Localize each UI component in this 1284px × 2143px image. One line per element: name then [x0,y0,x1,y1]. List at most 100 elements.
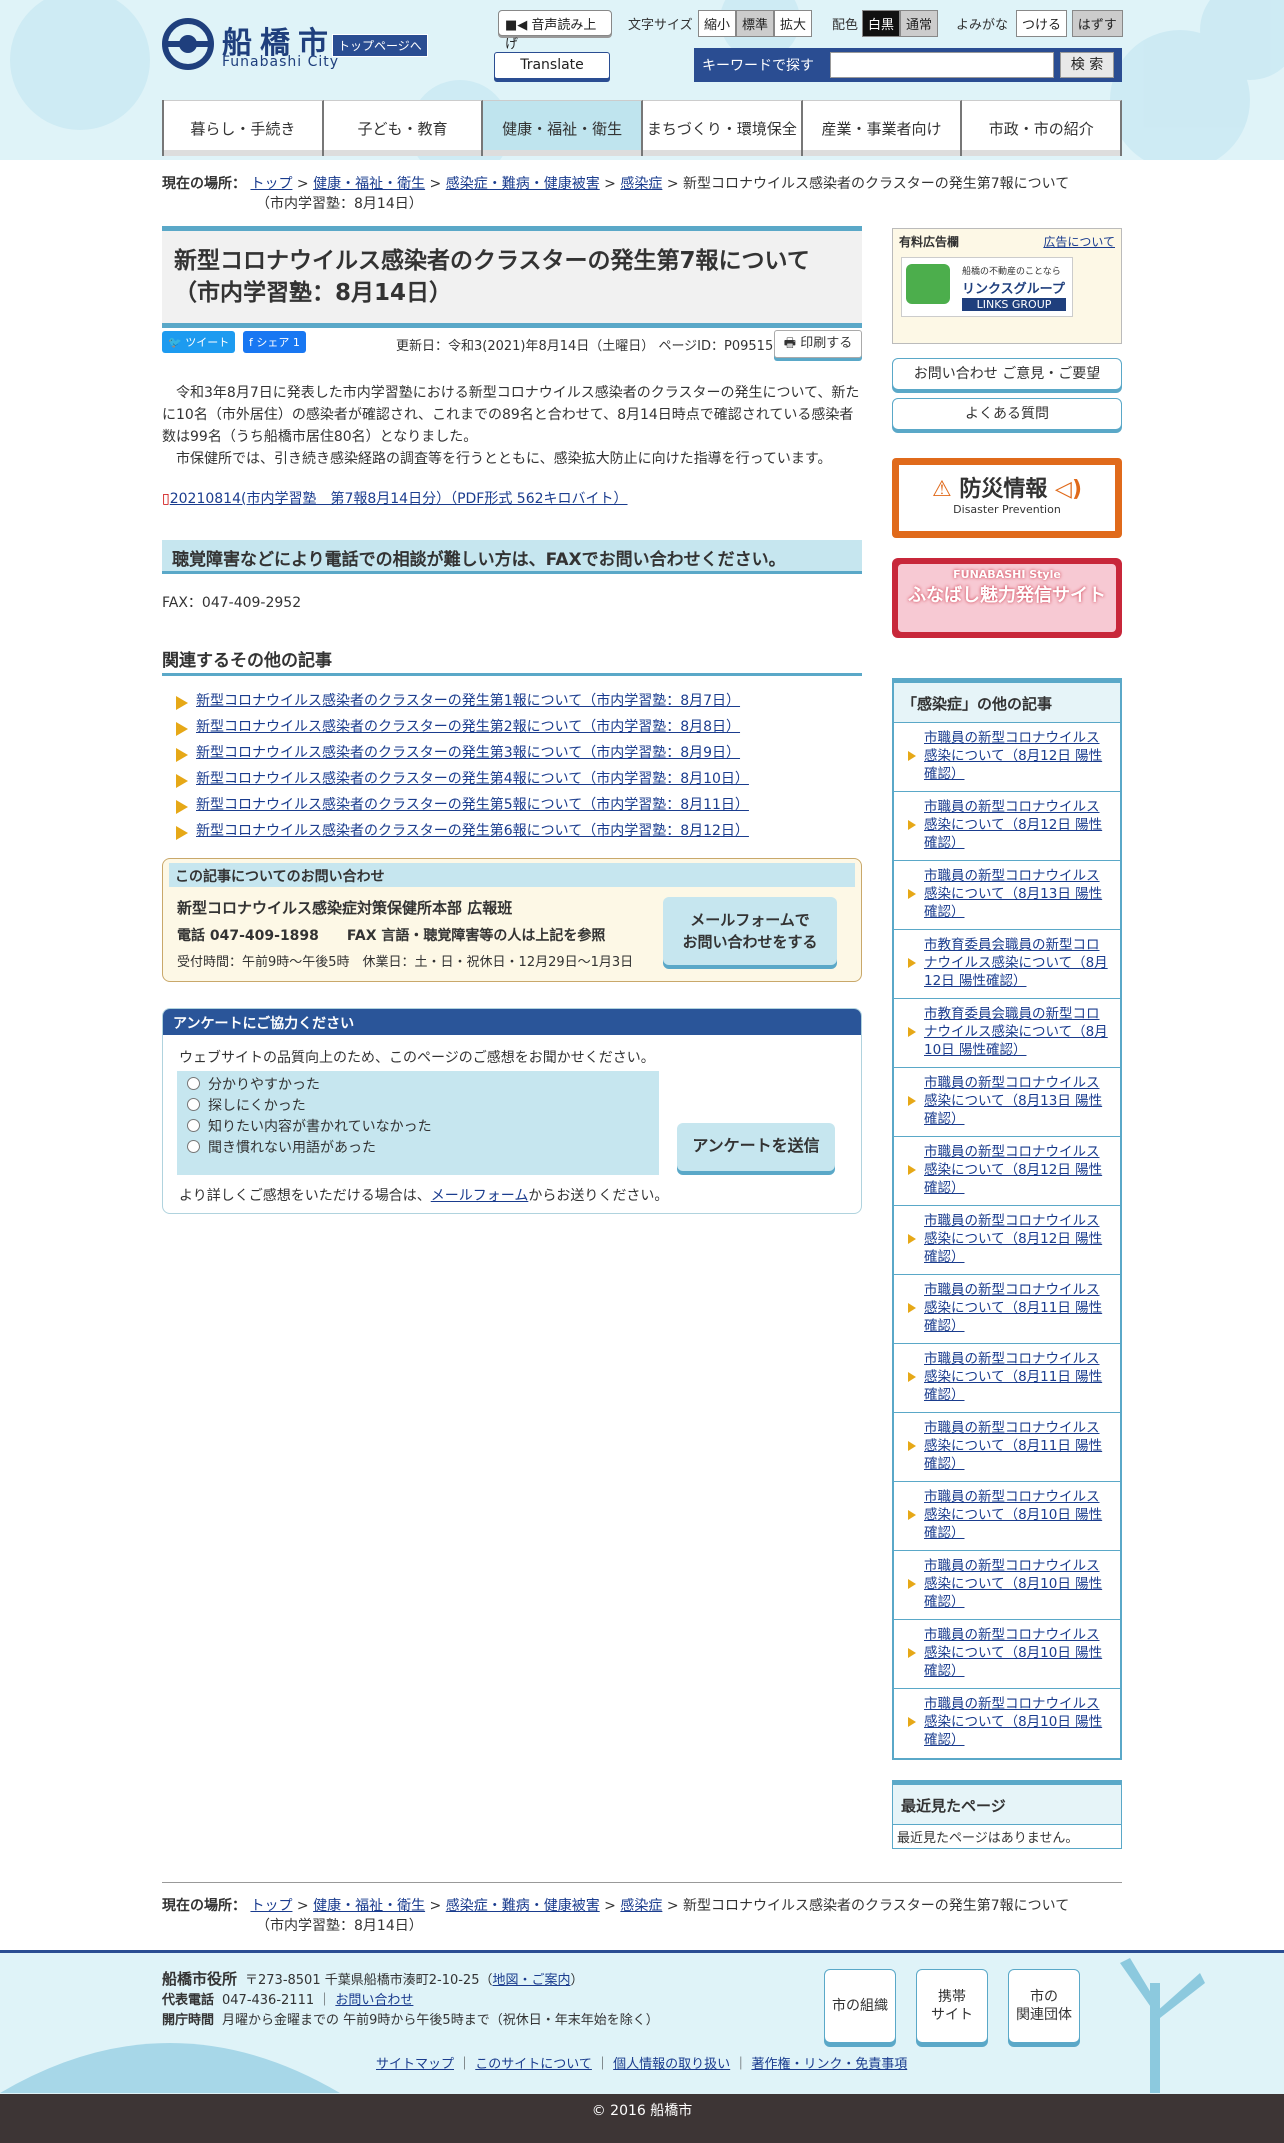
mail-form-button[interactable]: メールフォームで お問い合わせをする [663,897,837,965]
search-button[interactable]: 検 索 [1060,52,1114,78]
list-item[interactable]: 新型コロナウイルス感染者のクラスターの発生第4報について（市内学習塾：8月10日… [176,768,749,794]
translate-button[interactable]: Translate [494,52,610,79]
footer-contact-link[interactable]: お問い合わせ [335,1993,413,2008]
font-larger-button[interactable]: 拡大 [774,10,813,37]
ad-about-link[interactable]: 広告について [1043,233,1115,250]
bc-disease[interactable]: 感染症・難病・健康被害 [446,1898,600,1914]
ruby-on-button[interactable]: つける [1016,10,1068,37]
contact-opinion-button[interactable]: お問い合わせ ご意見・ご要望 [892,358,1122,390]
survey-heading: アンケートにご協力ください [163,1009,861,1035]
mobile-site-button[interactable]: 携帯 サイト [916,1969,988,2043]
recent-heading: 最近見たページ [893,1785,1121,1825]
nav-children[interactable]: 子ども・教育 [323,100,484,156]
nav-health[interactable]: 健康・福祉・衛生 [483,100,644,156]
sitemap-link[interactable]: サイトマップ [376,2057,454,2072]
nav-town[interactable]: まちづくり・環境保全 [643,100,803,156]
related-heading: 関連するその他の記事 [162,646,862,676]
tweet-button[interactable]: 🐦 ツイート [162,331,236,353]
list-item[interactable]: 新型コロナウイルス感染者のクラスターの発生第5報について（市内学習塾：8月11日… [176,794,749,820]
font-smaller-button[interactable]: 縮小 [698,10,737,37]
about-link[interactable]: このサイトについて [475,2057,592,2072]
footer-links: サイトマップ ｜ このサイトについて ｜ 個人情報の取り扱い ｜ 著作権・リンク… [376,2057,908,2072]
other-articles: 「感染症」の他の記事 市職員の新型コロナウイルス感染について（8月12日 陽性確… [892,678,1122,1760]
font-size-group: 縮小 標準 拡大 [698,10,813,37]
survey-radio[interactable]: 聞き慣れない用語があった [187,1138,649,1159]
survey-submit-button[interactable]: アンケートを送信 [677,1123,835,1171]
list-item[interactable]: 新型コロナウイルス感染者のクラスターの発生第2報について（市内学習塾：8月8日） [176,716,749,742]
nav-living[interactable]: 暮らし・手続き [164,100,324,156]
contact-tel: 電話 047-409-1898 FAX 言語・聴覚障害等の人は上記を参照 [177,928,606,944]
list-item[interactable]: 市職員の新型コロナウイルス感染について（8月11日 陽性確認） [894,1344,1120,1413]
list-item[interactable]: 市職員の新型コロナウイルス感染について（8月10日 陽性確認） [894,1482,1120,1551]
facebook-share-button[interactable]: f シェア 1 [243,331,306,353]
related-orgs-button[interactable]: 市の 関連団体 [1008,1969,1080,2043]
ruby-off-button[interactable]: はずす [1071,10,1123,37]
printer-icon: 🖶 [783,336,797,351]
color-normal-button[interactable]: 通常 [900,10,939,37]
page-title: 新型コロナウイルス感染者のクラスターの発生第7報について （市内学習塾：8月14日… [162,226,862,328]
faq-button[interactable]: よくある質問 [892,398,1122,430]
ad-banner[interactable]: 船橋の不動産のことなら リンクスグループ LINKS GROUP [901,257,1073,317]
article-body: 令和3年8月7日に発表した市内学習塾における新型コロナウイルス感染者のクラスター… [162,385,860,467]
recent-empty: 最近見たページはありません。 [897,1831,1079,1846]
disaster-banner[interactable]: ⚠ 防災情報 ◁) Disaster Prevention [892,458,1122,538]
search-input[interactable] [830,52,1054,78]
pdf-icon: ▯ [162,491,170,507]
bc-infection[interactable]: 感染症 [620,1898,662,1914]
list-item[interactable]: 市教育委員会職員の新型コロナウイルス感染について（8月12日 陽性確認） [894,930,1120,999]
font-standard-button[interactable]: 標準 [736,10,775,37]
list-item[interactable]: 新型コロナウイルス感染者のクラスターの発生第1報について（市内学習塾：8月7日） [176,690,749,716]
bc-health[interactable]: 健康・福祉・衛生 [313,1898,425,1914]
bc-top[interactable]: トップ [250,176,292,192]
bc-disease[interactable]: 感染症・難病・健康被害 [446,176,600,192]
mail-form-link[interactable]: メールフォーム [431,1188,529,1204]
nav-business[interactable]: 産業・事業者向け [802,100,963,156]
bc-top[interactable]: トップ [250,1898,292,1914]
contact-hours: 受付時間：午前9時～午後5時 休業日：土・日・祝休日・12月29日～1月3日 [177,955,634,970]
print-button[interactable]: 🖶 印刷する [774,330,862,358]
bc-infection[interactable]: 感染症 [620,176,662,192]
map-link[interactable]: 地図・ご案内 [492,1973,570,1988]
list-item[interactable]: 市教育委員会職員の新型コロナウイルス感染について（8月10日 陽性確認） [894,999,1120,1068]
list-item[interactable]: 市職員の新型コロナウイルス感染について（8月12日 陽性確認） [894,792,1120,861]
list-item[interactable]: 市職員の新型コロナウイルス感染について（8月13日 陽性確認） [894,1068,1120,1137]
pdf-link[interactable]: ▯20210814(市内学習塾 第7報8月14日分）（PDF形式 562キロバイ… [162,488,628,508]
survey-box: アンケートにご協力ください ウェブサイトの品質向上のため、このページのご感想をお… [162,1008,862,1214]
list-item[interactable]: 市職員の新型コロナウイルス感染について（8月11日 陽性確認） [894,1413,1120,1482]
list-item[interactable]: 新型コロナウイルス感染者のクラスターの発生第6報について（市内学習塾：8月12日… [176,820,749,846]
privacy-link[interactable]: 個人情報の取り扱い [613,2057,730,2072]
copyright-link[interactable]: 著作権・リンク・免責事項 [751,2057,907,2072]
survey-intro: ウェブサイトの品質向上のため、このページのご感想をお聞かせください。 [179,1050,655,1066]
facebook-icon: f [249,336,253,349]
fax-number: FAX：047-409-2952 [162,595,302,611]
bc-health[interactable]: 健康・福祉・衛生 [313,176,425,192]
org-button[interactable]: 市の組織 [824,1969,896,2043]
search-bar: キーワードで探す 検 索 [694,48,1122,82]
list-item[interactable]: 市職員の新型コロナウイルス感染について（8月12日 陽性確認） [894,723,1120,792]
survey-radio[interactable]: 分かりやすかった [187,1075,649,1096]
list-item[interactable]: 新型コロナウイルス感染者のクラスターの発生第3報について（市内学習塾：8月9日） [176,742,749,768]
warning-icon: ⚠ [931,477,952,502]
top-page-link[interactable]: トップページへ [332,34,428,57]
voice-read-button[interactable]: ■◀ 音声読み上げ [498,10,612,52]
list-item[interactable]: 市職員の新型コロナウイルス感染について（8月10日 陽性確認） [894,1620,1120,1689]
global-nav: 暮らし・手続き 子ども・教育 健康・福祉・衛生 まちづくり・環境保全 産業・事業… [162,100,1123,156]
nav-city[interactable]: 市政・市の紹介 [962,100,1123,156]
city-emblem-icon [162,18,214,70]
list-item[interactable]: 市職員の新型コロナウイルス感染について（8月12日 陽性確認） [894,1206,1120,1275]
search-label: キーワードで探す [702,58,814,74]
ad-box: 有料広告欄 広告について 船橋の不動産のことなら リンクスグループ LINKS … [892,228,1122,344]
related-list: 新型コロナウイルス感染者のクラスターの発生第1報について（市内学習塾：8月7日）… [176,690,749,846]
list-item[interactable]: 市職員の新型コロナウイルス感染について（8月11日 陽性確認） [894,1275,1120,1344]
ad-title: 有料広告欄 [899,235,960,249]
recent-pages: 最近見たページ 最近見たページはありません。 [892,1780,1122,1849]
list-item[interactable]: 市職員の新型コロナウイルス感染について（8月13日 陽性確認） [894,861,1120,930]
funabashi-style-banner[interactable]: FUNABASHI Style ふなばし魅力発信サイト [892,558,1122,638]
list-item[interactable]: 市職員の新型コロナウイルス感染について（8月10日 陽性確認） [894,1551,1120,1620]
survey-radio[interactable]: 知りたい内容が書かれていなかった [187,1117,649,1138]
list-item[interactable]: 市職員の新型コロナウイルス感染について（8月10日 陽性確認） [894,1689,1120,1758]
color-mono-button[interactable]: 白黒 [862,10,901,37]
list-item[interactable]: 市職員の新型コロナウイルス感染について（8月12日 陽性確認） [894,1137,1120,1206]
divider [162,1882,1122,1883]
survey-radio[interactable]: 探しにくかった [187,1096,649,1117]
